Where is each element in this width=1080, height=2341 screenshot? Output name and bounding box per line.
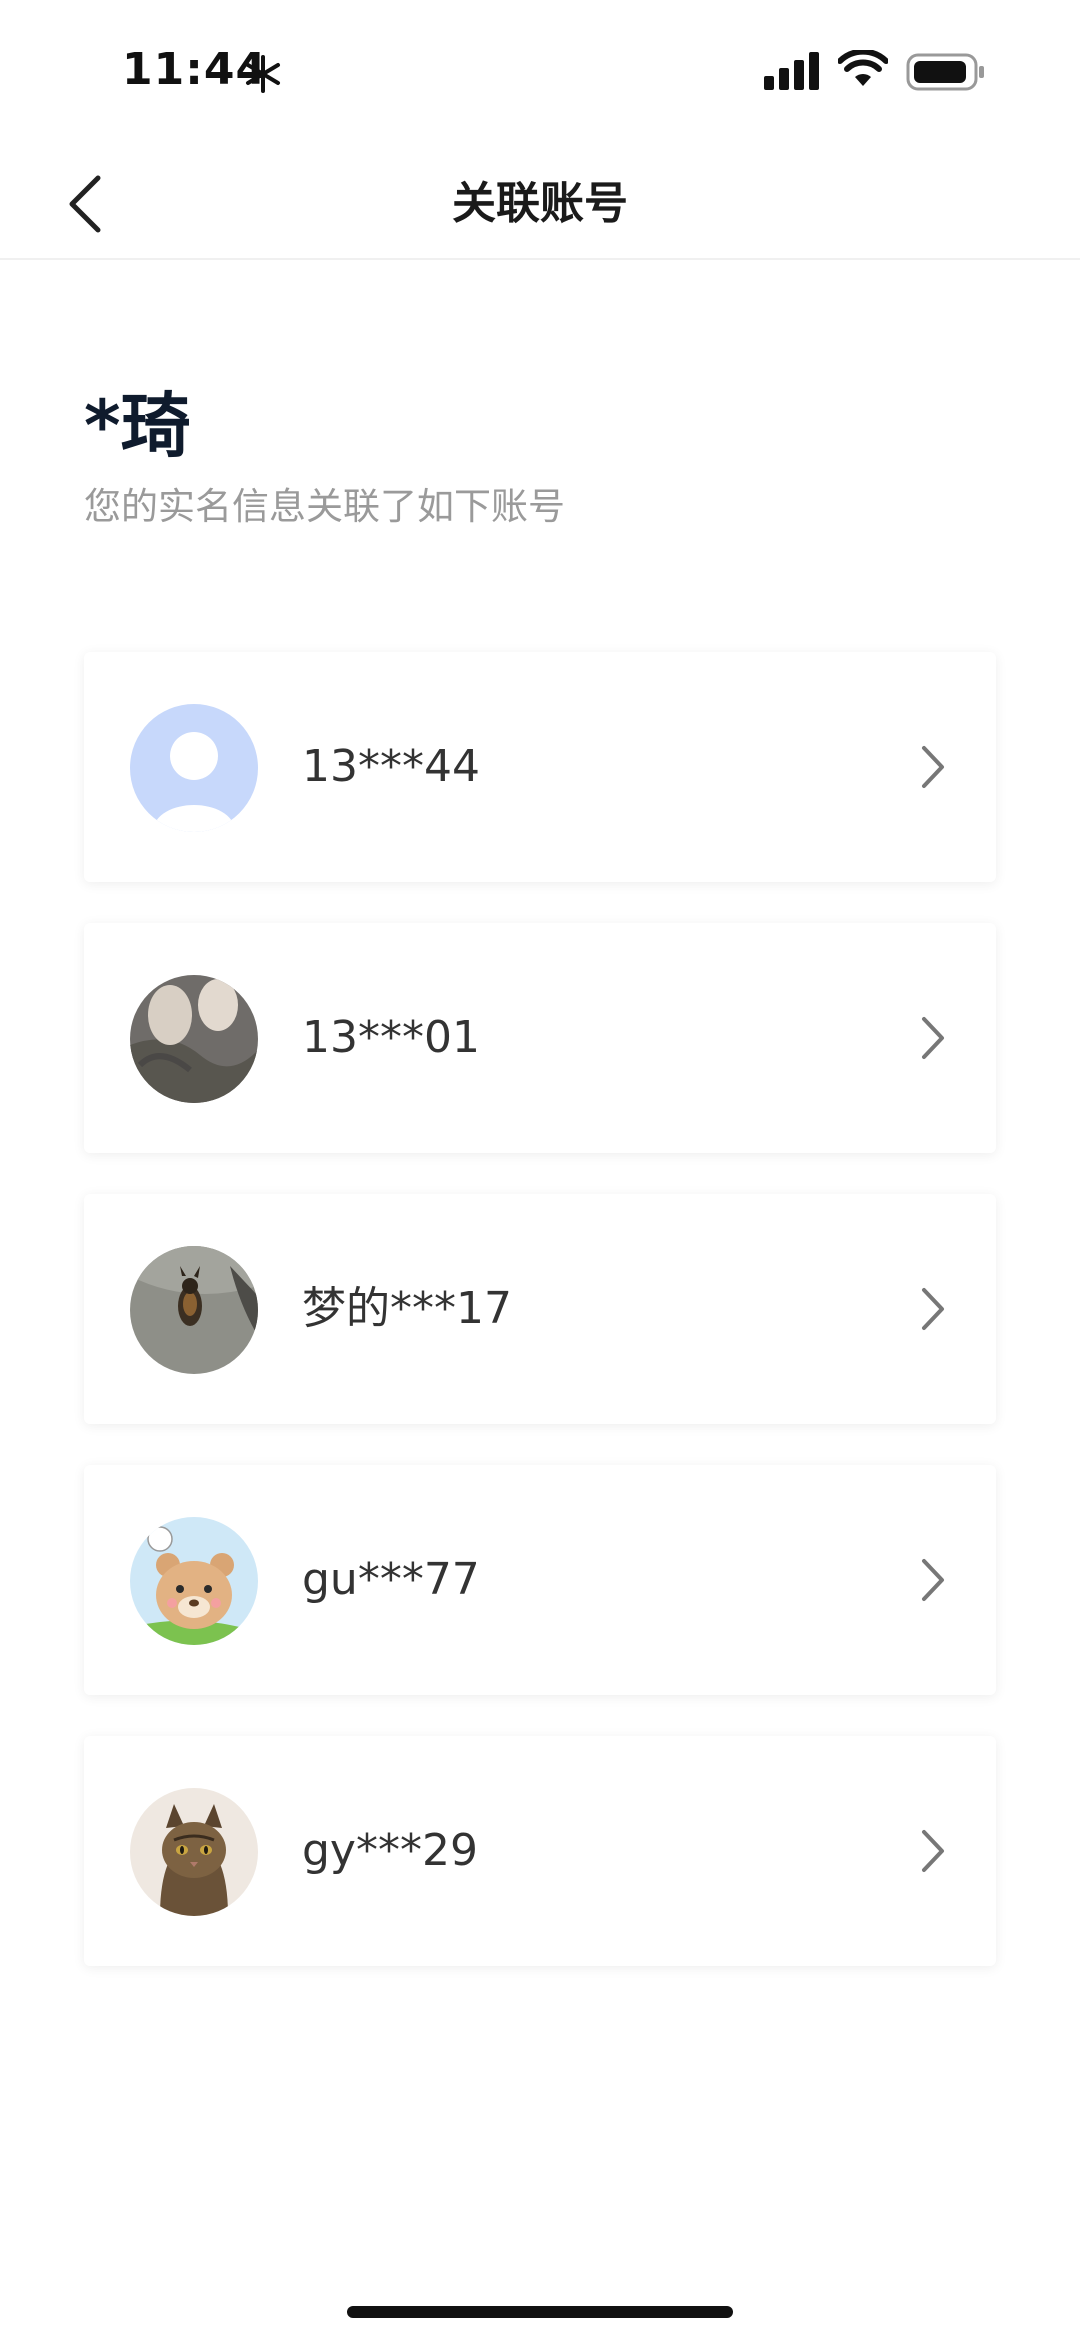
account-label: 13***44 [302,741,480,792]
photo-avatar [130,975,258,1103]
chevron-right-icon [922,746,944,788]
account-item[interactable]: gu***77 [84,1465,996,1695]
account-item[interactable]: 13***01 [84,923,996,1153]
bear-cartoon-avatar [130,1517,258,1645]
page-title: 关联账号 [452,178,628,229]
dog-photo-avatar [130,1246,258,1374]
account-list: 13***44 13***01 梦的***17 gu***77 gy***29 [84,652,996,2007]
account-item[interactable]: gy***29 [84,1736,996,1966]
account-item[interactable]: 梦的***17 [84,1194,996,1424]
account-label: gy***29 [302,1825,478,1876]
account-item[interactable]: 13***44 [84,652,996,882]
chevron-right-icon [922,1830,944,1872]
subtitle: 您的实名信息关联了如下账号 [84,485,565,528]
nav-bar: 关联账号 [0,150,1080,260]
wifi-icon [838,50,888,86]
home-indicator[interactable] [347,2306,733,2318]
account-label: 梦的***17 [302,1283,512,1334]
default-avatar-icon [130,704,258,832]
chevron-right-icon [922,1288,944,1330]
account-label: 13***01 [302,1012,480,1063]
account-label: gu***77 [302,1554,480,1605]
cat-photo-avatar [130,1788,258,1916]
cellular-signal-icon [764,52,819,90]
battery-icon [906,53,984,91]
chevron-right-icon [922,1017,944,1059]
chevron-right-icon [922,1559,944,1601]
status-bar: 11:44 [0,0,1080,150]
snowflake-icon [246,55,280,93]
real-name: *琦 [84,385,191,467]
